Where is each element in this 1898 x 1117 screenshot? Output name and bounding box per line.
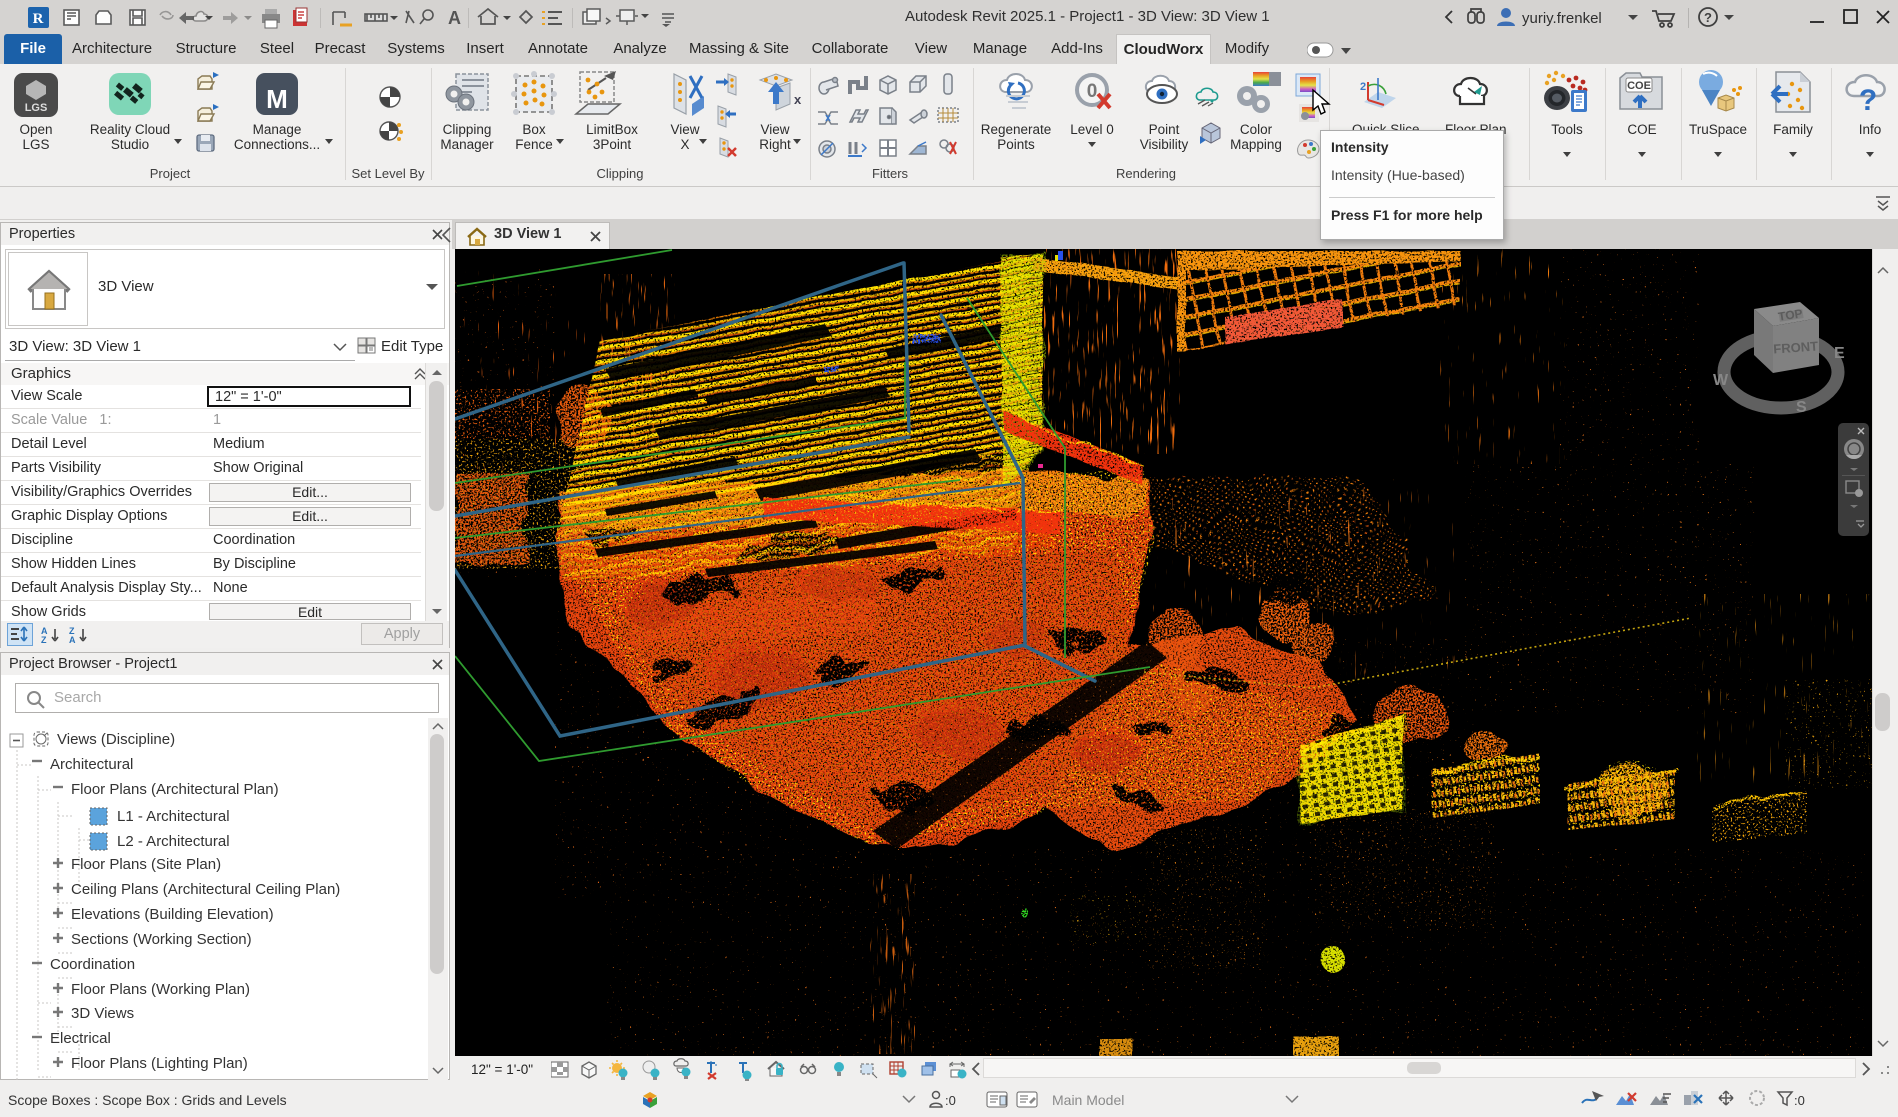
svg-text:Sections (Working Section): Sections (Working Section) [71, 931, 252, 948]
svg-text:W: W [1713, 372, 1729, 389]
svg-text:Floor Plans (Lighting Plan): Floor Plans (Lighting Plan) [71, 1055, 248, 1072]
svg-text:Electrical: Electrical [50, 1030, 111, 1047]
svg-text:Coordination: Coordination [50, 956, 135, 973]
svg-text:0: 0 [1087, 81, 1098, 102]
svg-text:S: S [1796, 399, 1807, 416]
svg-text:E: E [1834, 345, 1845, 362]
svg-text:Floor Plans (Architectural Pla: Floor Plans (Architectural Plan) [71, 781, 279, 798]
svg-text:L1 - Architectural: L1 - Architectural [117, 808, 230, 825]
svg-text:?: ? [1704, 10, 1712, 25]
svg-text:Views (Discipline): Views (Discipline) [57, 731, 175, 748]
svg-text:Z: Z [41, 635, 47, 643]
svg-text:R: R [33, 11, 44, 27]
svg-text:?: ? [1859, 84, 1877, 117]
svg-text:Ceiling Plans (Architectural C: Ceiling Plans (Architectural Ceiling Pla… [71, 881, 340, 898]
svg-text::0: :0 [1794, 1093, 1805, 1108]
svg-text:FRONT: FRONT [1773, 338, 1819, 356]
svg-text:M: M [266, 84, 288, 114]
svg-text:yuriy.frenkel: yuriy.frenkel [1522, 10, 1602, 27]
svg-text:2: 2 [1360, 81, 1366, 93]
svg-text:Elevations (Building Elevation: Elevations (Building Elevation) [71, 906, 274, 923]
svg-text:LGS: LGS [25, 102, 48, 114]
svg-text:COE: COE [1627, 80, 1651, 92]
svg-text:Floor Plans (Working Plan): Floor Plans (Working Plan) [71, 981, 250, 998]
svg-text:3D Views: 3D Views [71, 1005, 134, 1022]
svg-text:Architectural: Architectural [50, 756, 133, 773]
svg-text:A: A [69, 635, 76, 643]
svg-text:Floor Plans (Site Plan): Floor Plans (Site Plan) [71, 856, 221, 873]
svg-text:x: x [794, 92, 802, 107]
svg-text::0: :0 [945, 1093, 956, 1108]
svg-text:L2 - Architectural: L2 - Architectural [117, 833, 230, 850]
svg-text:A: A [448, 8, 461, 28]
